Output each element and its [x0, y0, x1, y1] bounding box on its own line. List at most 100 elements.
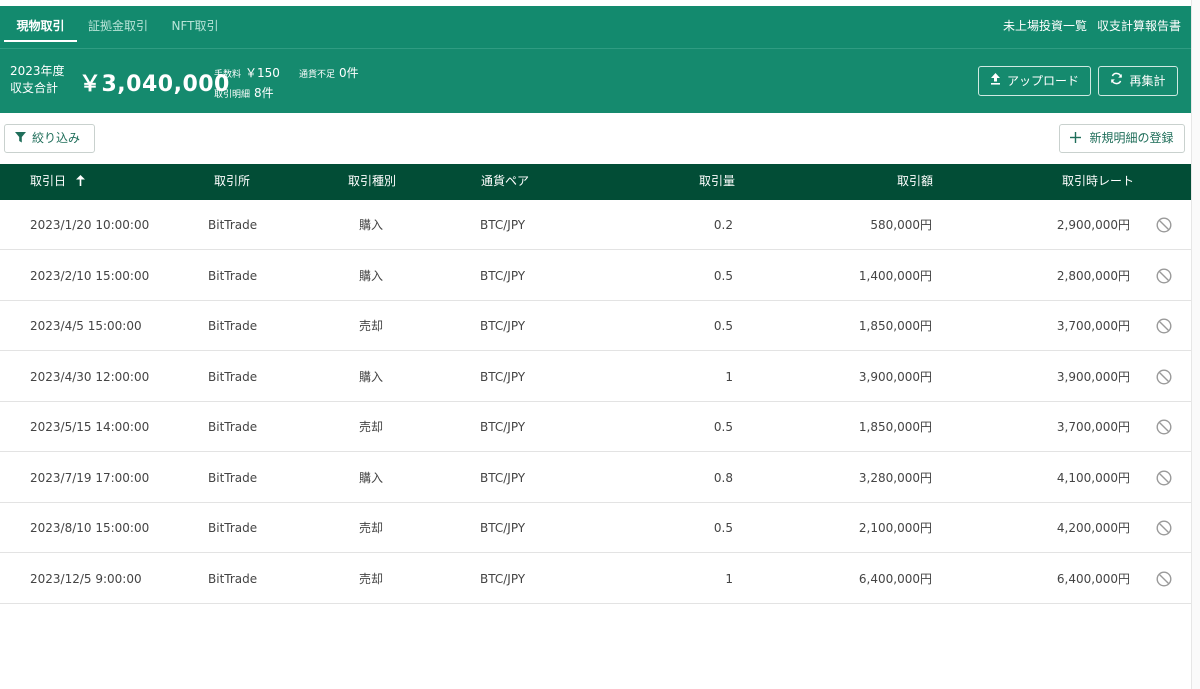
cell-pair: BTC/JPY: [480, 471, 526, 485]
column-date[interactable]: 取引日: [30, 164, 85, 200]
cell-amount: 3,900,000円: [858, 370, 932, 384]
cell-date: 2023/8/10 15:00:00: [30, 521, 150, 535]
upload-button[interactable]: アップロード: [978, 66, 1091, 96]
total-value: ￥3,040,000: [79, 72, 230, 97]
cell-date: 2023/5/15 14:00:00: [30, 420, 150, 434]
cell-exchange: BitTrade: [208, 269, 258, 283]
cancel-icon[interactable]: [1156, 419, 1172, 435]
fiscal-year: 2023年度: [10, 64, 65, 78]
cell-exchange: BitTrade: [208, 572, 258, 586]
table-row[interactable]: 2023/2/10 15:00:00 BitTrade 購入 BTC/JPY 0…: [0, 251, 1191, 301]
cancel-icon[interactable]: [1156, 369, 1172, 385]
upload-label: アップロード: [1006, 74, 1079, 88]
cell-exchange: BitTrade: [208, 218, 258, 232]
cell-amount: 3,280,000円: [858, 471, 932, 485]
cell-pair: BTC/JPY: [480, 370, 526, 384]
filter-button[interactable]: 絞り込み: [4, 124, 95, 153]
column-amount[interactable]: 取引額: [897, 164, 933, 200]
cell-pair: BTC/JPY: [480, 218, 526, 232]
tab-nft-trading[interactable]: NFT取引: [164, 6, 226, 48]
cell-exchange: BitTrade: [208, 521, 258, 535]
cell-type: 購入: [359, 218, 384, 232]
cell-amount: 2,100,000円: [858, 521, 932, 535]
cell-pair: BTC/JPY: [480, 521, 526, 535]
cell-exchange: BitTrade: [208, 319, 258, 333]
cell-amount: 1,850,000円: [858, 420, 932, 434]
tab-margin-trading[interactable]: 証拠金取引: [82, 6, 154, 48]
table-row[interactable]: 2023/1/20 10:00:00 BitTrade 購入 BTC/JPY 0…: [0, 200, 1191, 250]
column-quantity[interactable]: 取引量: [699, 164, 735, 200]
cell-date: 2023/2/10 15:00:00: [30, 269, 150, 283]
cell-pair: BTC/JPY: [480, 269, 526, 283]
scrollbar-track[interactable]: [1191, 0, 1200, 689]
filter-icon: [15, 126, 26, 153]
table-header: 取引日 取引所 取引種別 通貨ペア 取引量 取引額 取引時レート: [0, 164, 1191, 200]
cell-amount: 580,000円: [870, 218, 932, 232]
cell-quantity: 0.5: [713, 269, 733, 283]
recalculate-label: 再集計: [1129, 74, 1166, 88]
cell-type: 購入: [359, 370, 384, 384]
cell-rate: 3,700,000円: [1056, 319, 1130, 333]
detail-value: 8件: [254, 86, 274, 100]
cell-date: 2023/7/19 17:00:00: [30, 471, 150, 485]
cell-type: 購入: [359, 471, 384, 485]
cancel-icon[interactable]: [1156, 470, 1172, 486]
refresh-icon: [1110, 67, 1123, 95]
cell-type: 売却: [359, 420, 384, 434]
cell-type: 購入: [359, 269, 384, 283]
cancel-icon[interactable]: [1156, 268, 1172, 284]
table-row[interactable]: 2023/4/30 12:00:00 BitTrade 購入 BTC/JPY 1…: [0, 352, 1191, 402]
add-entry-label: 新規明細の登録: [1089, 131, 1174, 145]
cell-exchange: BitTrade: [208, 370, 258, 384]
year-label: 2023年度 収支合計: [10, 63, 65, 97]
column-type[interactable]: 取引種別: [348, 164, 396, 200]
cancel-icon[interactable]: [1156, 571, 1172, 587]
plus-icon: [1070, 126, 1082, 153]
cell-type: 売却: [359, 319, 384, 333]
unlisted-investments-link[interactable]: 未上場投資一覧: [1003, 6, 1087, 48]
column-pair[interactable]: 通貨ペア: [481, 164, 529, 200]
cancel-icon[interactable]: [1156, 217, 1172, 233]
cell-exchange: BitTrade: [208, 471, 258, 485]
cell-exchange: BitTrade: [208, 420, 258, 434]
arrow-up-icon: [75, 165, 85, 200]
tab-spot-trading[interactable]: 現物取引: [4, 6, 77, 48]
column-exchange[interactable]: 取引所: [214, 164, 250, 200]
table-row[interactable]: 2023/7/19 17:00:00 BitTrade 購入 BTC/JPY 0…: [0, 453, 1191, 503]
cell-quantity: 0.2: [713, 218, 733, 232]
fee-value: ￥150: [245, 66, 280, 80]
tab-bar: 現物取引 証拠金取引 NFT取引 未上場投資一覧 収支計算報告書: [0, 6, 1191, 48]
table-row[interactable]: 2023/4/5 15:00:00 BitTrade 売却 BTC/JPY 0.…: [0, 301, 1191, 351]
cell-rate: 4,100,000円: [1056, 471, 1130, 485]
table-row[interactable]: 2023/12/5 9:00:00 BitTrade 売却 BTC/JPY 1 …: [0, 554, 1191, 604]
fee-label: 手数料: [214, 70, 242, 80]
add-entry-button[interactable]: 新規明細の登録: [1059, 124, 1185, 153]
cell-rate: 4,200,000円: [1056, 521, 1130, 535]
cell-rate: 2,900,000円: [1056, 218, 1130, 232]
column-rate[interactable]: 取引時レート: [1062, 164, 1134, 200]
cancel-icon[interactable]: [1156, 520, 1172, 536]
income-report-link[interactable]: 収支計算報告書: [1097, 6, 1181, 48]
app-window: 現物取引 証拠金取引 NFT取引 未上場投資一覧 収支計算報告書 2023年度 …: [0, 6, 1191, 689]
cell-type: 売却: [359, 521, 384, 535]
cell-date: 2023/4/30 12:00:00: [30, 370, 150, 384]
upload-icon: [990, 67, 1001, 95]
cell-amount: 1,400,000円: [858, 269, 932, 283]
fee-summary: 手数料 ￥150: [214, 64, 280, 81]
cancel-icon[interactable]: [1156, 318, 1172, 334]
recalculate-button[interactable]: 再集計: [1098, 66, 1178, 96]
cell-quantity: 0.5: [713, 521, 733, 535]
table-row[interactable]: 2023/5/15 14:00:00 BitTrade 売却 BTC/JPY 0…: [0, 402, 1191, 452]
shortage-label: 通貨不足: [299, 70, 336, 80]
detail-count-summary: 取引明細 8件: [214, 84, 274, 101]
cell-date: 2023/12/5 9:00:00: [30, 572, 142, 586]
cell-type: 売却: [359, 572, 384, 586]
column-date-label: 取引日: [30, 174, 67, 188]
summary-bar: 2023年度 収支合計 ￥3,040,000 手数料 ￥150 通貨不足 0件 取引…: [0, 48, 1191, 113]
cell-quantity: 1: [725, 370, 733, 384]
cell-rate: 6,400,000円: [1056, 572, 1130, 586]
shortage-value: 0件: [339, 66, 359, 80]
cell-quantity: 0.8: [713, 471, 733, 485]
filter-label: 絞り込み: [32, 131, 81, 145]
table-row[interactable]: 2023/8/10 15:00:00 BitTrade 売却 BTC/JPY 0…: [0, 503, 1191, 553]
